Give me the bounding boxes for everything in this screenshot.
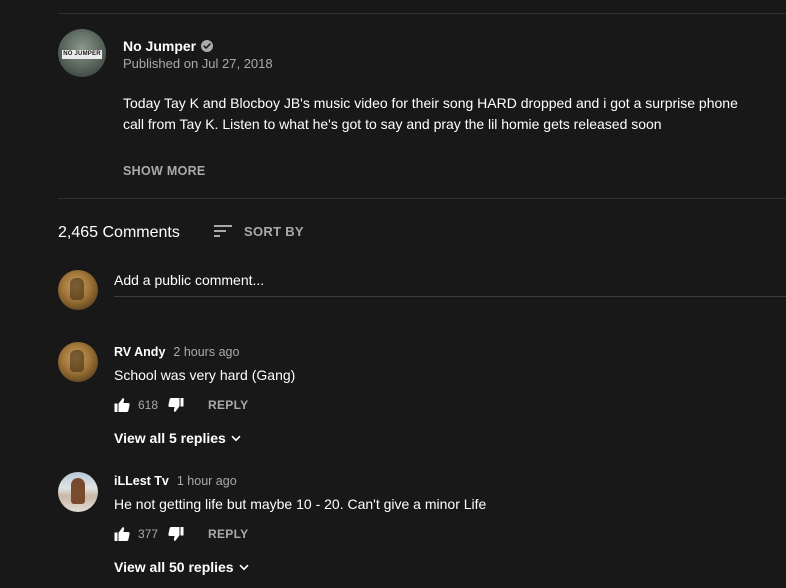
sort-by-label: SORT BY [244, 223, 304, 239]
description-divider [58, 198, 786, 199]
like-count: 377 [138, 527, 159, 541]
chevron-down-icon [239, 564, 249, 570]
top-divider [58, 13, 786, 14]
video-description: Today Tay K and Blocboy JB's music video… [123, 95, 738, 132]
channel-avatar[interactable]: NO JUMPER [58, 29, 106, 77]
sort-by-button[interactable]: SORT BY [214, 223, 304, 239]
sort-icon [214, 225, 232, 237]
comment-author-avatar[interactable] [58, 342, 98, 382]
comment-actions: 377 REPLY [114, 526, 248, 542]
add-comment-input[interactable]: Add a public comment... [114, 272, 786, 297]
thumbs-up-icon[interactable] [114, 397, 130, 413]
comment-header: iLLest Tv 1 hour ago [114, 474, 237, 488]
published-date: Published on Jul 27, 2018 [123, 56, 273, 71]
comment-author-avatar[interactable] [58, 472, 98, 512]
view-replies-button[interactable]: View all 5 replies [114, 430, 241, 446]
thumbs-down-icon[interactable] [168, 526, 184, 542]
view-replies-button[interactable]: View all 50 replies [114, 559, 249, 575]
thumbs-down-icon[interactable] [168, 397, 184, 413]
comment-text: He not getting life but maybe 10 - 20. C… [114, 496, 487, 512]
comment-actions: 618 REPLY [114, 397, 248, 413]
comment-header: RV Andy 2 hours ago [114, 345, 239, 359]
show-more-button[interactable]: SHOW MORE [123, 164, 206, 178]
channel-name[interactable]: No Jumper [123, 38, 196, 54]
verified-check-icon [201, 40, 214, 52]
comment-author-name[interactable]: iLLest Tv [114, 474, 169, 488]
chevron-down-icon [231, 435, 241, 441]
channel-name-row[interactable]: No Jumper [123, 38, 214, 54]
current-user-avatar [58, 270, 98, 310]
comment-author-name[interactable]: RV Andy [114, 345, 165, 359]
comment-count: 2,465 Comments [58, 224, 180, 241]
thumbs-up-icon[interactable] [114, 526, 130, 542]
like-count: 618 [138, 398, 159, 412]
channel-avatar-logo: NO JUMPER [62, 50, 102, 59]
comment-timestamp[interactable]: 2 hours ago [173, 345, 239, 359]
reply-button[interactable]: REPLY [208, 398, 248, 412]
reply-button[interactable]: REPLY [208, 527, 248, 541]
comment-timestamp[interactable]: 1 hour ago [177, 474, 237, 488]
view-replies-label: View all 50 replies [114, 559, 234, 575]
video-secondary-info: NO JUMPER No Jumper Published on Jul 27,… [0, 0, 786, 588]
view-replies-label: View all 5 replies [114, 430, 226, 446]
comment-text: School was very hard (Gang) [114, 367, 296, 383]
